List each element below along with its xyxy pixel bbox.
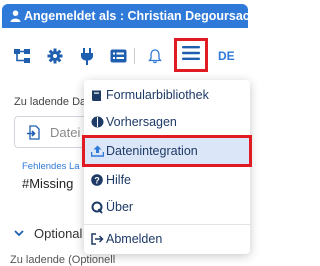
menu-item-vorhersagen[interactable]: Vorhersagen (84, 109, 250, 135)
header-title: Angemeldet als : Christian Degoursac (24, 9, 248, 23)
optional-label: Optional (34, 226, 83, 241)
brain-icon (90, 115, 104, 129)
svg-text:?: ? (94, 175, 100, 185)
hamburger-menu-button[interactable] (174, 38, 208, 72)
menu-item-abmelden[interactable]: Abmelden (84, 226, 250, 252)
menu-item-ueber[interactable]: Über (84, 194, 250, 220)
question-icon: ? (90, 173, 104, 187)
menu-item-formularbibliothek[interactable]: Formularbibliothek (84, 82, 250, 108)
bell-icon[interactable] (143, 44, 167, 68)
missing-label: Fehlendes La (22, 161, 80, 172)
file-label: Zu ladende Da (14, 96, 87, 108)
menu-item-datenintegration[interactable]: Datenintegration (82, 135, 252, 167)
optional-section-toggle[interactable]: Optional (14, 226, 82, 241)
hamburger-menu-icon (182, 45, 200, 66)
language-switch[interactable]: DE (218, 49, 235, 63)
toolbar-divider (134, 48, 135, 64)
logout-icon (90, 232, 104, 246)
user-icon (10, 10, 21, 22)
file-import-icon (27, 124, 40, 140)
menu-divider (84, 224, 250, 225)
file-placeholder: Datei (50, 124, 81, 140)
sitemap-icon[interactable] (10, 44, 34, 68)
bottom-text: Zu ladende (Optionell (10, 254, 116, 266)
gear-icon[interactable] (43, 44, 67, 68)
menu-item-hilfe[interactable]: ? Hilfe (84, 167, 250, 193)
toolbar: DE (0, 38, 253, 74)
q-icon (90, 200, 104, 214)
main-menu-dropdown: Formularbibliothek Vorhersagen Dateninte… (82, 80, 252, 254)
chevron-down-icon (14, 230, 24, 237)
login-header: Angemeldet als : Christian Degoursac (2, 4, 248, 28)
plug-icon[interactable] (75, 44, 99, 68)
list-icon[interactable] (106, 44, 130, 68)
book-icon (90, 88, 104, 102)
missing-value-field[interactable]: #Missing (22, 176, 73, 191)
upload-icon (90, 144, 104, 158)
